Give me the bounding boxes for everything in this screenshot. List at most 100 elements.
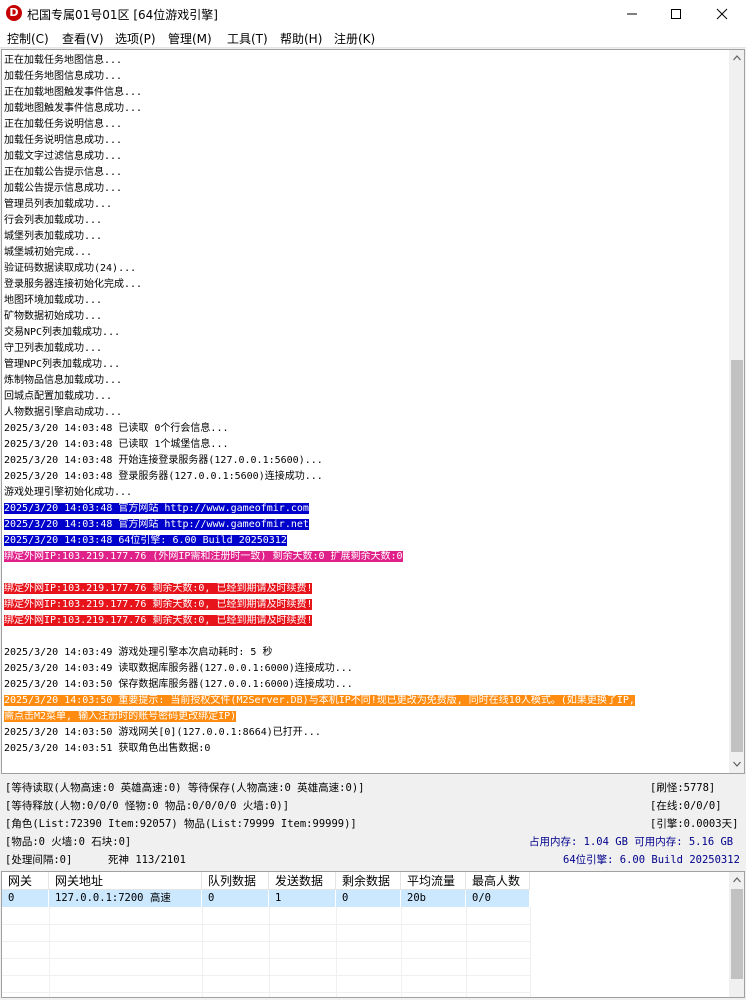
log-pane[interactable]: 正在加载任务地图信息... 加载任务地图信息成功... 正在加载地图触发事件信息..… <box>1 49 745 774</box>
menu-view[interactable]: 查看(V) <box>62 30 104 47</box>
col-avg-traffic[interactable]: 平均流量 <box>401 872 466 890</box>
menu-options[interactable]: 选项(P) <box>115 30 156 47</box>
grid-col-line <box>49 907 50 997</box>
col-gateway[interactable]: 网关 <box>2 872 49 890</box>
menu-control[interactable]: 控制(C) <box>7 30 49 47</box>
log-line-text: 回城点配置加载成功... <box>4 391 113 402</box>
status-items-walls: [物品:0 火墙:0 石块:0] <box>5 836 132 848</box>
menu-manage[interactable]: 管理(M) <box>168 30 212 47</box>
status-memory: 占用内存: 1.04 GB 可用内存: 5.16 GB <box>529 836 734 848</box>
minimize-icon <box>627 13 637 15</box>
log-line-text: 2025/3/20 14:03:48 64位引擎: 6.00 Build 202… <box>4 535 287 546</box>
log-line-text: 加载地图触发事件信息成功... <box>4 103 143 114</box>
log-line: 绑定外网IP:103.219.177.76 剩余天数:0, 已经到期请及时续费! <box>4 597 313 612</box>
menu-register[interactable]: 注册(K) <box>334 30 375 47</box>
gateway-table[interactable]: 网关 网关地址 队列数据 发送数据 剩余数据 平均流量 最高人数 0 127.0… <box>1 871 745 998</box>
log-line: 2025/3/20 14:03:48 官方网站 http://www.gameo… <box>4 517 309 532</box>
log-line: 2025/3/20 14:03:50 保存数据库服务器(127.0.0.1:60… <box>4 677 353 692</box>
table-row[interactable]: 0 127.0.0.1:7200 高速 0 1 0 20b 0/0 <box>2 890 530 907</box>
log-line: 2025/3/20 14:03:48 已读取 0个行会信息... <box>4 421 229 436</box>
grid-col-line <box>401 907 402 997</box>
cell-queue-data: 0 <box>202 890 269 907</box>
log-line-text: 绑定外网IP:103.219.177.76 剩余天数:0, 已经到期请及时续费! <box>4 599 313 610</box>
col-gateway-address[interactable]: 网关地址 <box>49 872 202 890</box>
grid-col-line <box>202 907 203 997</box>
log-line-text: 炼制物品信息加载成功... <box>4 375 123 386</box>
log-line-text: 管理员列表加载成功... <box>4 199 113 210</box>
log-line: 2025/3/20 14:03:48 已读取 1个城堡信息... <box>4 437 229 452</box>
title-bar: D 杞国专属01号01区 [64位游戏引擎] <box>0 0 746 28</box>
log-line: 2025/3/20 14:03:49 游戏处理引擎本次启动耗时: 5 秒 <box>4 645 272 660</box>
log-line-text: 2025/3/20 14:03:48 开始连接登录服务器(127.0.0.1:5… <box>4 455 323 466</box>
log-line: 地图环境加载成功... <box>4 293 102 308</box>
maximize-button[interactable] <box>653 0 699 28</box>
log-line: 矿物数据初始成功... <box>4 309 102 324</box>
menu-help[interactable]: 帮助(H) <box>280 30 322 47</box>
log-line-text: 城堡列表加载成功... <box>4 231 103 242</box>
cell-remaining-data: 0 <box>336 890 401 907</box>
scroll-down-button[interactable] <box>729 756 744 773</box>
log-line-text: 2025/3/20 14:03:49 读取数据库服务器(127.0.0.1:60… <box>4 663 353 674</box>
log-line: 炼制物品信息加载成功... <box>4 373 122 388</box>
menu-tools[interactable]: 工具(T) <box>227 30 268 47</box>
app-icon: D <box>6 5 22 21</box>
log-line: 正在加载地图触发事件信息... <box>4 85 142 100</box>
cell-gateway-address: 127.0.0.1:7200 高速 <box>49 890 202 907</box>
col-remaining-data[interactable]: 剩余数据 <box>336 872 401 890</box>
close-button[interactable] <box>699 0 745 28</box>
chevron-up-icon <box>733 55 741 61</box>
log-line-text: 加载公告提示信息成功... <box>4 183 123 194</box>
status-wait-release: [等待释放(人物:0/0/0 怪物:0 物品:0/0/0/0 火墙:0)] <box>5 800 290 812</box>
log-line-text: 2025/3/20 14:03:48 官方网站 http://www.gameo… <box>4 503 309 514</box>
col-max-users[interactable]: 最高人数 <box>466 872 530 890</box>
log-line: 绑定外网IP:103.219.177.76 剩余天数:0, 已经到期请及时续费! <box>4 581 313 596</box>
grid-scroll-up-button[interactable] <box>729 872 744 889</box>
grid-col-line <box>336 907 337 997</box>
maximize-icon <box>671 9 681 19</box>
log-scrollbar[interactable] <box>729 50 744 773</box>
log-line-text: 人物数据引擎启动成功... <box>4 407 123 418</box>
log-line: 行会列表加载成功... <box>4 213 102 228</box>
status-reaper: 死神 113/2101 <box>108 854 186 866</box>
menu-bar: 控制(C) 查看(V) 选项(P) 管理(M) 工具(T) 帮助(H) 注册(K… <box>0 28 746 48</box>
log-line-text: 2025/3/20 14:03:48 官方网站 http://www.gameo… <box>4 519 309 530</box>
log-line: 人物数据引擎启动成功... <box>4 405 122 420</box>
log-line-text: 加载任务地图信息成功... <box>4 71 123 82</box>
minimize-button[interactable] <box>609 0 655 28</box>
status-role-items: [角色(List:72390 Item:92057) 物品(List:79999… <box>5 818 357 830</box>
cell-max-users: 0/0 <box>466 890 530 907</box>
log-line: 登录服务器连接初始化完成... <box>4 277 142 292</box>
chevron-down-icon <box>733 761 741 767</box>
log-line: 2025/3/20 14:03:48 开始连接登录服务器(127.0.0.1:5… <box>4 453 323 468</box>
log-line: 2025/3/20 14:03:50 重要提示: 当前授权文件(M2Server… <box>4 693 635 708</box>
scroll-thumb[interactable] <box>731 360 743 752</box>
log-line-text: 守卫列表加载成功... <box>4 343 103 354</box>
log-line-text: 2025/3/20 14:03:50 保存数据库服务器(127.0.0.1:60… <box>4 679 353 690</box>
log-line-text: 绑定外网IP:103.219.177.76 剩余天数:0, 已经到期请及时续费! <box>4 615 313 626</box>
log-line-text: 正在加载任务说明信息... <box>4 119 123 130</box>
log-line-text: 2025/3/20 14:03:48 登录服务器(127.0.0.1:5600)… <box>4 471 323 482</box>
log-line-text: 2025/3/20 14:03:51 获取角色出售数据:0 <box>4 743 211 754</box>
log-line-text: 加载任务说明信息成功... <box>4 135 123 146</box>
log-line: 管理员列表加载成功... <box>4 197 112 212</box>
status-interval: [处理间隔:0] <box>5 854 73 866</box>
log-line-text: 地图环境加载成功... <box>4 295 103 306</box>
log-line-text: 2025/3/20 14:03:50 重要提示: 当前授权文件(M2Server… <box>4 695 635 706</box>
log-line: 城堡列表加载成功... <box>4 229 102 244</box>
log-line-text: 2025/3/20 14:03:48 已读取 1个城堡信息... <box>4 439 229 450</box>
grid-scroll-thumb[interactable] <box>731 889 743 979</box>
log-line: 加载地图触发事件信息成功... <box>4 101 142 116</box>
log-line: 验证码数据读取成功(24)... <box>4 261 136 276</box>
log-line: 2025/3/20 14:03:48 64位引擎: 6.00 Build 202… <box>4 533 287 548</box>
log-line: 2025/3/20 14:03:49 读取数据库服务器(127.0.0.1:60… <box>4 661 353 676</box>
col-queue-data[interactable]: 队列数据 <box>202 872 269 890</box>
log-line-text: 行会列表加载成功... <box>4 215 103 226</box>
log-line-text: 绑定外网IP:103.219.177.76 剩余天数:0, 已经到期请及时续费! <box>4 583 313 594</box>
status-spawn: [刷怪:5778] <box>650 782 716 794</box>
status-engine-days: [引擎:0.0003天] <box>650 818 739 830</box>
col-send-data[interactable]: 发送数据 <box>269 872 336 890</box>
gateway-scrollbar[interactable] <box>729 872 744 997</box>
log-line-text: 管理NPC列表加载成功... <box>4 359 121 370</box>
scroll-up-button[interactable] <box>729 50 744 67</box>
log-line: 交易NPC列表加载成功... <box>4 325 120 340</box>
